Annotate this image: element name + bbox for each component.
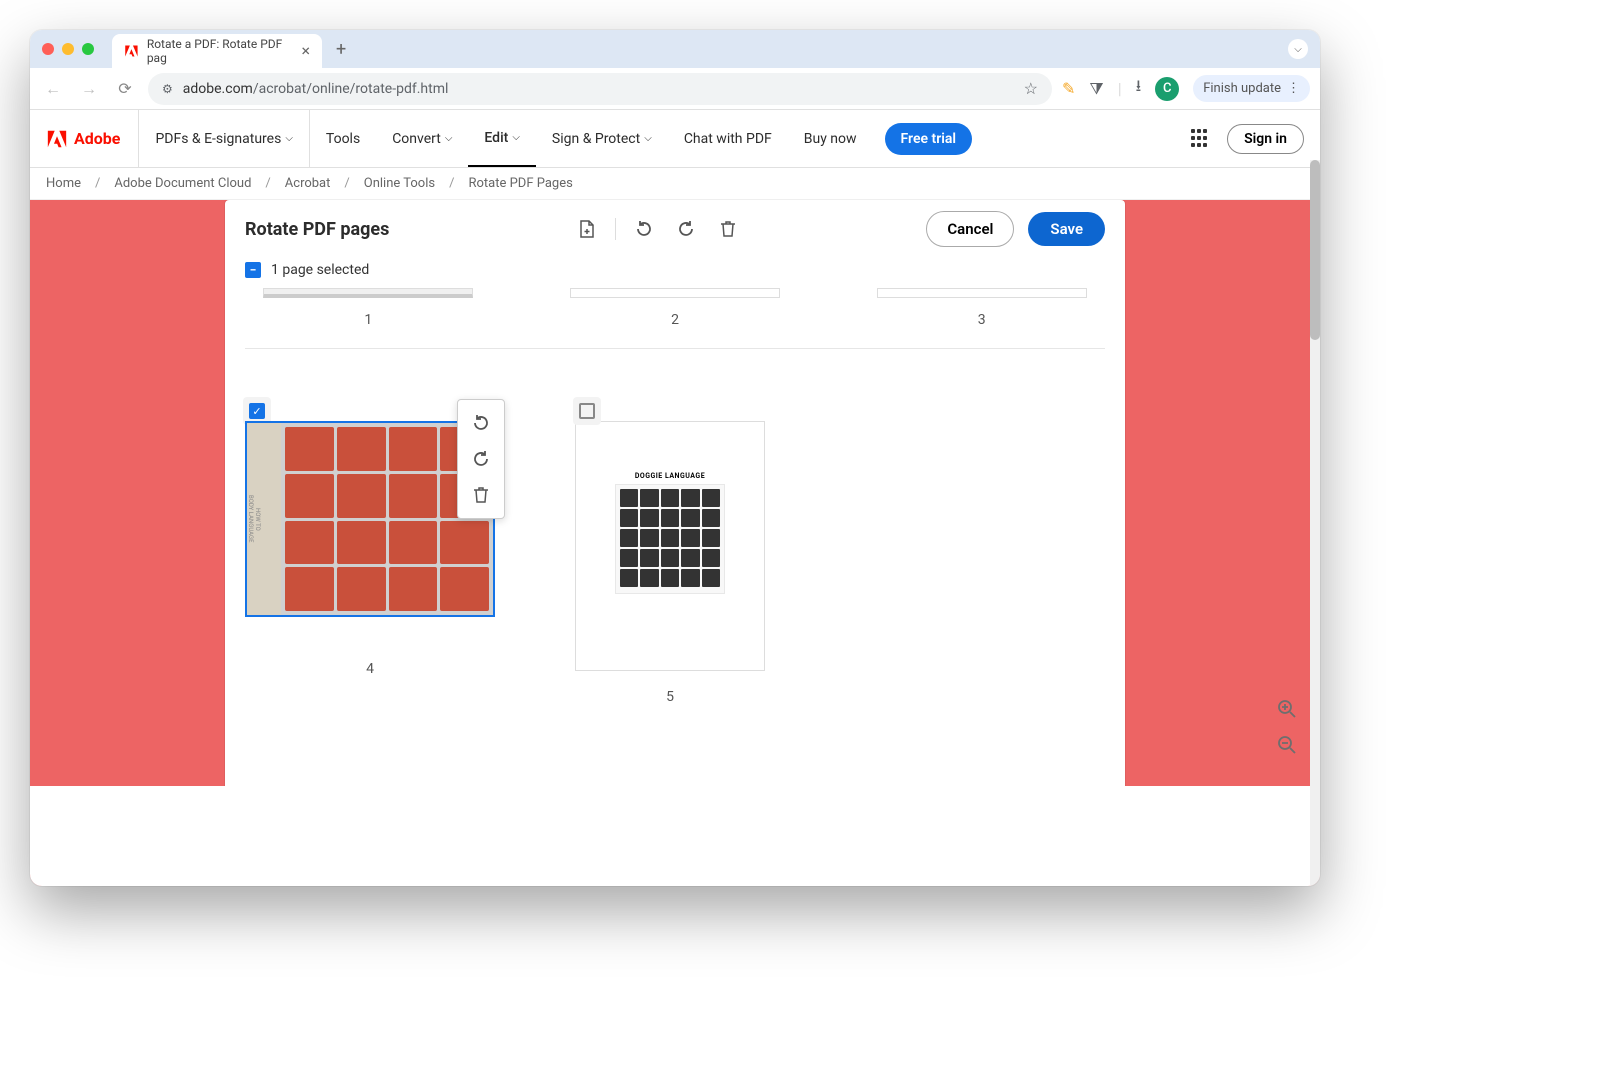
chevron-down-icon: ⌵ (285, 133, 293, 144)
main-stage: Rotate PDF pages Cancel Save − 1 page se… (30, 200, 1320, 886)
zoom-controls (1276, 698, 1298, 756)
rotate-left-icon[interactable] (630, 215, 658, 243)
page-actions-popup (457, 399, 505, 519)
browser-window: Rotate a PDF: Rotate PDF pag × + ⌵ ← → ⟳… (30, 30, 1320, 886)
downloads-icon[interactable]: ⭳ (1136, 75, 1142, 102)
page-thumbnail-5[interactable]: DOGGIE LANGUAGE (575, 421, 765, 671)
rotate-right-button[interactable] (466, 444, 496, 474)
url-bar: ← → ⟳ ⚙ adobe.com/acrobat/online/rotate-… (30, 68, 1320, 110)
page-checkbox-5[interactable] (573, 397, 601, 425)
page-number: 3 (978, 312, 986, 328)
page-thumbnail-4[interactable]: ✓ HOW TO BODY LANGUAGE (245, 421, 495, 617)
page-number: 4 (366, 661, 374, 677)
delete-page-button[interactable] (466, 480, 496, 510)
adobe-favicon-icon (124, 43, 139, 59)
chevron-down-icon: ⌵ (512, 132, 520, 143)
page-row-1: 1 2 3 (245, 288, 1105, 349)
browser-actions: ✎ ⧩ | ⭳ C Finish update ⋮ (1062, 75, 1310, 102)
page-thumbnail-2 (570, 288, 780, 298)
save-button[interactable]: Save (1028, 212, 1105, 246)
rotate-left-button[interactable] (466, 408, 496, 438)
breadcrumb: Home/ Adobe Document Cloud/ Acrobat/ Onl… (30, 168, 1320, 200)
url-path: /acrobat/online/rotate-pdf.html (253, 81, 449, 97)
adobe-top-nav: Adobe PDFs & E-signatures⌵ Tools Convert… (30, 110, 1320, 168)
rotate-right-icon[interactable] (672, 215, 700, 243)
tabs-dropdown-button[interactable]: ⌵ (1288, 39, 1308, 59)
cancel-button[interactable]: Cancel (926, 211, 1014, 247)
thumbnail-5-title: DOGGIE LANGUAGE (635, 472, 705, 480)
page-cell-3[interactable]: 3 (858, 288, 1105, 328)
insert-page-icon[interactable] (573, 215, 601, 243)
sign-in-button[interactable]: Sign in (1227, 124, 1304, 154)
kebab-menu-icon: ⋮ (1287, 81, 1300, 96)
page-grid: 1 2 3 ✓ (225, 288, 1125, 886)
nav-buy-now[interactable]: Buy now (788, 110, 873, 167)
free-trial-button[interactable]: Free trial (885, 123, 973, 155)
rotate-panel: Rotate PDF pages Cancel Save − 1 page se… (225, 200, 1125, 886)
chevron-down-icon: ⌵ (445, 133, 453, 144)
bookmark-star-icon[interactable]: ☆ (1024, 79, 1038, 98)
address-bar[interactable]: ⚙ adobe.com/acrobat/online/rotate-pdf.ht… (148, 73, 1052, 105)
zoom-out-icon[interactable] (1276, 734, 1298, 756)
page-cell-4[interactable]: ✓ HOW TO BODY LANGUAGE (245, 421, 495, 677)
site-settings-icon[interactable]: ⚙ (162, 82, 173, 96)
new-tab-button[interactable]: + (336, 39, 346, 60)
breadcrumb-home[interactable]: Home (46, 176, 81, 191)
nav-sign-protect[interactable]: Sign & Protect⌵ (536, 110, 668, 167)
selection-count: 1 page selected (271, 262, 369, 278)
panel-header: Rotate PDF pages Cancel Save (225, 200, 1125, 258)
minimize-window-button[interactable] (62, 43, 74, 55)
chevron-down-icon: ⌵ (644, 133, 652, 144)
nav-pdfs-esignatures[interactable]: PDFs & E-signatures⌵ (139, 110, 309, 167)
page-thumbnail-3 (877, 288, 1087, 298)
adobe-logo[interactable]: Adobe (46, 110, 139, 167)
nav-edit[interactable]: Edit⌵ (468, 110, 536, 167)
tab-title: Rotate a PDF: Rotate PDF pag (147, 37, 294, 65)
reload-button[interactable]: ⟳ (112, 76, 138, 102)
selection-bar: − 1 page selected (225, 258, 1125, 288)
scrollbar[interactable] (1310, 160, 1320, 886)
forward-button[interactable]: → (76, 76, 102, 102)
breadcrumb-online-tools[interactable]: Online Tools (364, 176, 435, 191)
close-tab-icon[interactable]: × (301, 43, 310, 59)
nav-tools[interactable]: Tools (310, 110, 376, 167)
back-button[interactable]: ← (40, 76, 66, 102)
url-domain: adobe.com (183, 81, 253, 97)
extensions-puzzle-icon[interactable]: ⧩ (1089, 79, 1103, 99)
titlebar: Rotate a PDF: Rotate PDF pag × + ⌵ (30, 30, 1320, 68)
page-row-2: ✓ HOW TO BODY LANGUAGE (245, 421, 1105, 705)
breadcrumb-document-cloud[interactable]: Adobe Document Cloud (114, 176, 251, 191)
select-all-checkbox[interactable]: − (245, 262, 261, 278)
page-cell-1[interactable]: 1 (245, 288, 492, 328)
zoom-in-icon[interactable] (1276, 698, 1298, 720)
apps-grid-icon[interactable] (1191, 129, 1211, 149)
page-number: 2 (671, 312, 679, 328)
finish-update-button[interactable]: Finish update ⋮ (1193, 75, 1310, 102)
page-thumbnail-1 (263, 288, 473, 298)
maximize-window-button[interactable] (82, 43, 94, 55)
close-window-button[interactable] (42, 43, 54, 55)
adobe-logo-icon (46, 128, 68, 150)
nav-convert[interactable]: Convert⌵ (376, 110, 468, 167)
page-number: 5 (666, 689, 674, 705)
scrollbar-thumb[interactable] (1310, 160, 1320, 340)
window-controls (42, 43, 94, 55)
profile-avatar[interactable]: C (1155, 77, 1179, 101)
breadcrumb-current: Rotate PDF Pages (468, 176, 572, 191)
extension-pencil-icon[interactable]: ✎ (1062, 79, 1075, 98)
nav-chat-pdf[interactable]: Chat with PDF (668, 110, 788, 167)
browser-tab[interactable]: Rotate a PDF: Rotate PDF pag × (112, 34, 322, 68)
page-title: Rotate PDF pages (245, 219, 389, 240)
page-cell-2[interactable]: 2 (552, 288, 799, 328)
page-number: 1 (364, 312, 372, 328)
page-cell-5[interactable]: DOGGIE LANGUAGE 5 (575, 421, 765, 705)
delete-icon[interactable] (714, 215, 742, 243)
breadcrumb-acrobat[interactable]: Acrobat (285, 176, 331, 191)
